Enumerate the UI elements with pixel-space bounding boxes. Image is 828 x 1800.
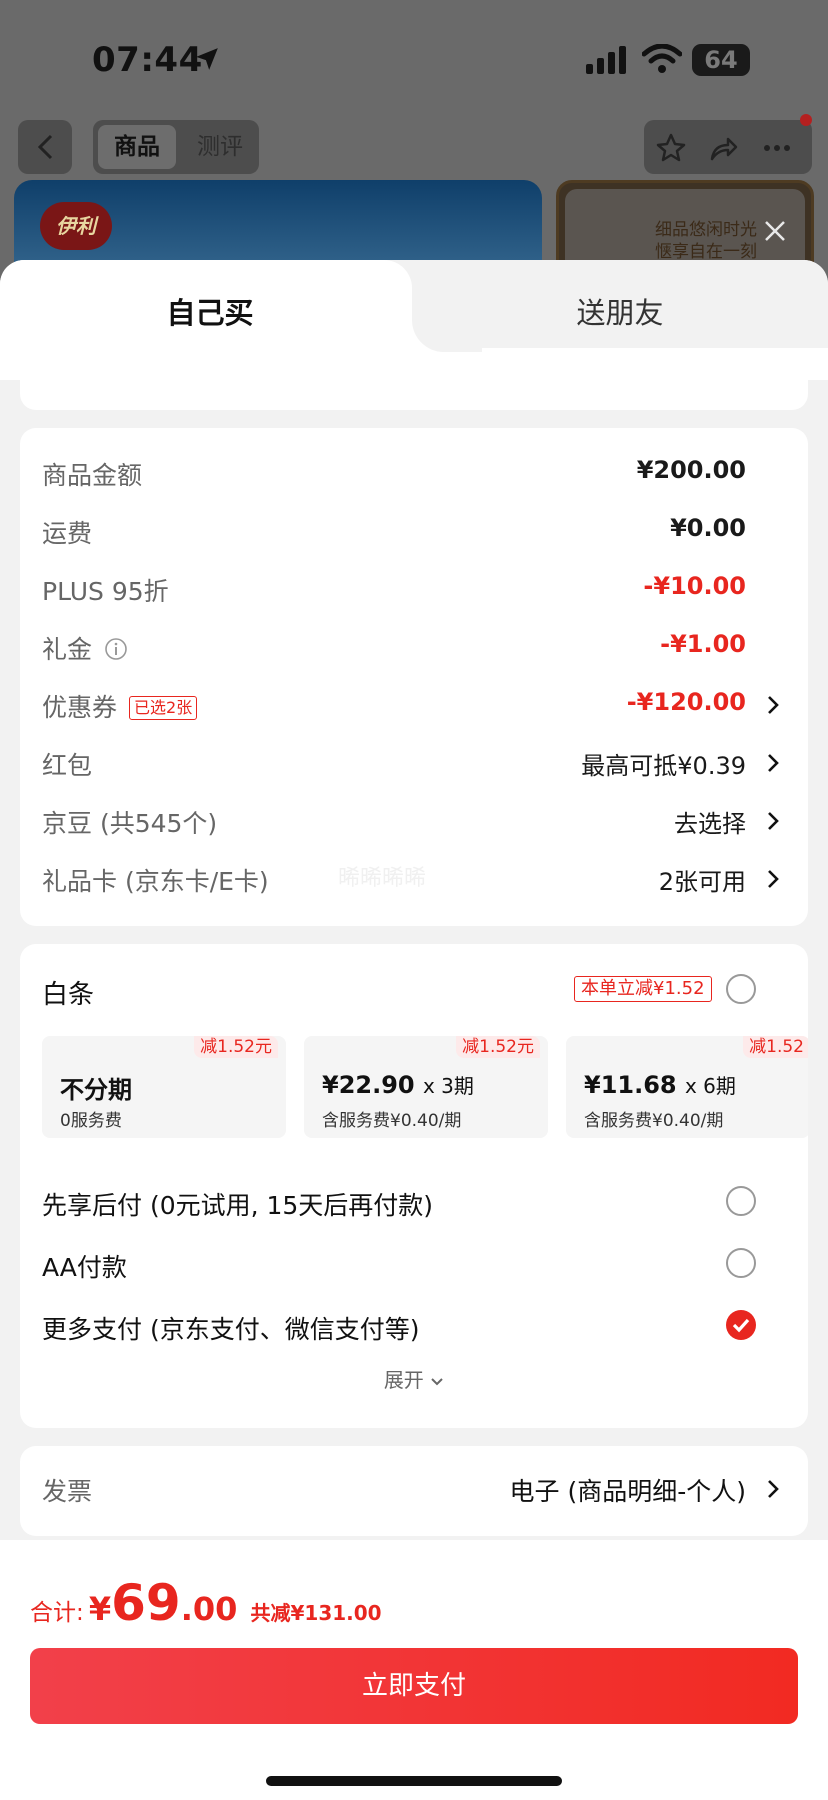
chevron-right-icon <box>768 754 779 772</box>
total-saving: 共减¥131.00 <box>250 1601 382 1625</box>
tab-product[interactable]: 商品 <box>98 125 176 169</box>
chevron-down-icon <box>431 1378 443 1386</box>
watermark: 晞晞晞晞 <box>338 866 427 891</box>
back-button[interactable] <box>18 120 72 174</box>
tab-self-buy[interactable]: 自己买 <box>150 290 270 332</box>
summary-row-subtotal: 商品金额 ¥200.00 <box>42 456 746 490</box>
summary-row-red-packet[interactable]: 红包 最高可抵¥0.39 <box>42 742 808 782</box>
status-time: 07:44 <box>92 40 203 80</box>
summary-row-jingdou[interactable]: 京豆 (共545个) 去选择 <box>42 800 808 840</box>
baitiao-radio[interactable] <box>726 974 756 1004</box>
order-total: 合计: ¥69.00 共减¥131.00 <box>30 1574 382 1632</box>
chevron-right-icon <box>768 812 779 830</box>
plan-3-installments[interactable]: 减1.52元 ¥22.90 x 3期 含服务费¥0.40/期 <box>304 1036 548 1138</box>
invoice-label: 发票 <box>42 1477 93 1506</box>
chevron-left-icon <box>37 134 53 160</box>
summary-row-coupon[interactable]: 优惠券 已选2张 -¥120.00 <box>42 684 808 724</box>
nav-actions <box>644 114 812 174</box>
more-icon[interactable] <box>762 133 792 163</box>
more-payment-radio-checked[interactable] <box>726 1310 756 1340</box>
aa-payment-radio[interactable] <box>726 1248 756 1278</box>
invoice-value: 电子 (商品明细-个人) <box>509 1477 746 1506</box>
baitiao-title: 白条 <box>42 980 95 1010</box>
tab-gift-friend[interactable]: 送朋友 <box>560 290 680 332</box>
option-aa-payment[interactable]: AA付款 <box>42 1244 808 1284</box>
thumbnail-text-line1: 细品悠闲时光 <box>655 220 757 240</box>
location-arrow-icon <box>196 48 218 70</box>
checkmark-icon <box>732 1318 750 1333</box>
tab-review[interactable]: 测评 <box>187 125 253 169</box>
checkout-footer: 合计: ¥69.00 共减¥131.00 立即支付 <box>0 1540 828 1800</box>
baitiao-discount-badge: 本单立减¥1.52 <box>574 976 712 1002</box>
wifi-icon <box>642 44 682 73</box>
chevron-right-icon <box>768 1480 779 1498</box>
plan-6-installments[interactable]: 减1.52 ¥11.68 x 6期 含服务费¥0.40/期 <box>566 1036 808 1138</box>
info-icon[interactable] <box>104 637 128 661</box>
option-more-payment[interactable]: 更多支付 (京东支付、微信支付等) <box>42 1306 808 1346</box>
home-indicator[interactable] <box>266 1776 562 1786</box>
chevron-right-icon <box>768 870 779 888</box>
share-icon[interactable] <box>708 133 738 163</box>
pay-now-button[interactable]: 立即支付 <box>30 1648 798 1724</box>
chevron-right-icon <box>768 696 779 714</box>
coupon-selected-badge: 已选2张 <box>129 696 198 720</box>
status-bar: 07:44 64 <box>0 0 828 110</box>
product-tab-switcher: 商品 测评 <box>93 120 259 174</box>
brand-logo: 伊利 <box>40 202 112 250</box>
summary-row-shipping: 运费 ¥0.00 <box>42 514 746 548</box>
plan-no-installment[interactable]: 减1.52元 不分期 0服务费 <box>42 1036 286 1138</box>
background-product-page: 07:44 64 商品 测评 伊利 细品悠闲时光 惬享自在一刻 <box>0 0 828 300</box>
payment-method-card: 白条 本单立减¥1.52 减1.52元 不分期 0服务费 减1.52元 ¥22.… <box>20 944 808 1428</box>
star-icon[interactable] <box>656 133 686 163</box>
expand-button[interactable]: 展开 <box>20 1364 808 1393</box>
close-icon[interactable] <box>758 214 792 248</box>
cellular-signal-icon <box>586 46 626 74</box>
option-pay-later[interactable]: 先享后付 (0元试用, 15天后再付款) <box>42 1182 808 1222</box>
address-card-stub <box>20 380 808 410</box>
battery-indicator: 64 <box>692 44 750 76</box>
summary-row-gift-money: 礼金 -¥1.00 <box>42 630 746 664</box>
installment-plans: 减1.52元 不分期 0服务费 减1.52元 ¥22.90 x 3期 含服务费¥… <box>42 1036 808 1146</box>
invoice-card[interactable]: 发票 电子 (商品明细-个人) <box>20 1446 808 1536</box>
notification-dot <box>800 114 812 126</box>
pay-later-radio[interactable] <box>726 1186 756 1216</box>
price-summary-card: 商品金额 ¥200.00 运费 ¥0.00 PLUS 95折 -¥10.00 礼… <box>20 428 808 926</box>
summary-row-plus-discount: PLUS 95折 -¥10.00 <box>42 572 746 606</box>
